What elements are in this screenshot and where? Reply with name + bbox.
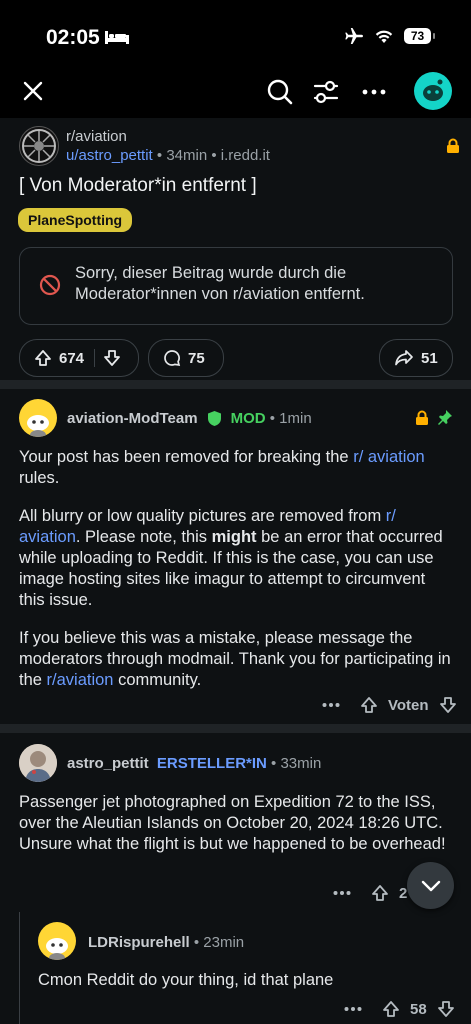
post-title: [ Von Moderator*in entfernt ] [19,175,257,196]
mod-badge: MOD [230,410,266,427]
upvote-icon[interactable] [34,349,52,367]
post-score: 674 [59,349,85,367]
close-button[interactable] [18,76,48,106]
comment-count: 75 [188,349,205,367]
upvote-icon[interactable] [371,884,389,902]
comment-paragraph: If you believe this was a mistake, pleas… [19,629,451,689]
comment-age: 1min [279,410,312,427]
pin-icon [438,410,452,425]
search-icon [267,79,293,105]
subreddit-name[interactable]: r/aviation [66,128,127,145]
search-button[interactable] [264,76,296,108]
close-icon [23,81,43,101]
jet-engine-icon [22,129,56,163]
sleep-mode-icon [105,31,129,44]
share-icon [395,350,413,366]
snoo-avatar-icon [423,79,443,101]
vote-bar: 674 [19,339,139,377]
comment-body: Your post has been removed for breaking … [19,447,451,691]
comment-meta: LDRispurehell • 23min [88,934,245,951]
comment-paragraph: Your post has been removed for breaking … [19,448,425,487]
post-author[interactable]: u/astro_pettit [66,147,153,164]
comment-avatar[interactable] [19,399,57,437]
subreddit-avatar[interactable] [19,126,59,166]
share-button[interactable]: 51 [379,339,453,377]
comment-author[interactable]: astro_pettit [67,755,149,772]
comment-meta: aviation-ModTeam MOD • 1min [67,410,312,427]
removed-notice: Sorry, dieser Beitrag wurde durch die Mo… [19,247,453,325]
comment-actions: 2 [333,884,407,902]
user-avatar-button[interactable] [414,72,452,110]
prohibited-icon [39,274,61,296]
chevron-down-icon [421,880,440,891]
comment-avatar[interactable] [38,922,76,960]
downvote-icon[interactable] [439,696,457,714]
comment-actions: 58 [344,1000,455,1018]
top-bar [0,72,471,116]
comment-avatar[interactable] [19,744,57,782]
status-bar: 02:05 73 [0,0,471,72]
sort-options-button[interactable] [310,76,342,108]
thread-line [19,912,20,1024]
post-meta: u/astro_pettit • 34min • i.redd.it [66,147,270,164]
divider [0,724,471,733]
comment-age: 23min [203,934,245,951]
removed-notice-text: Sorry, dieser Beitrag wurde durch die Mo… [75,264,365,303]
post-card: r/aviation u/astro_pettit • 34min • i.re… [0,118,471,380]
lock-icon [447,138,459,153]
comment-age: 33min [280,755,322,772]
comment-score: 58 [410,1000,427,1018]
lock-icon [416,410,428,425]
comments-button[interactable]: 75 [148,339,224,377]
battery-indicator: 73 [404,28,435,44]
comment-meta: astro_pettit ERSTELLER*IN • 33min [67,755,322,772]
more-icon[interactable] [333,890,351,896]
more-icon[interactable] [322,702,340,708]
op-badge: ERSTELLER*IN [156,755,267,772]
status-time: 02:05 [46,26,100,49]
upvote-icon[interactable] [382,1000,400,1018]
more-icon [362,89,386,95]
wifi-icon [375,30,393,43]
downvote-icon[interactable] [103,349,121,367]
mod-comment: aviation-ModTeam MOD • 1min Your post ha… [0,389,471,724]
comment-icon [164,350,181,367]
divider [94,349,96,367]
share-count: 51 [421,349,438,367]
comment-paragraph: All blurry or low quality pictures are r… [19,507,443,609]
next-comment-button[interactable] [407,862,454,909]
divider [0,380,471,389]
reply-comment: LDRispurehell • 23min Cmon Reddit do you… [38,920,471,1024]
comment-author[interactable]: LDRispurehell [88,934,190,951]
comment-body: Passenger jet photographed on Expedition… [19,793,446,853]
vote-label: Voten [388,696,429,714]
astronaut-avatar-icon [19,744,57,782]
downvote-icon[interactable] [437,1000,455,1018]
more-options-button[interactable] [358,76,390,108]
comment-author[interactable]: aviation-ModTeam [67,410,198,427]
subreddit-link[interactable]: r/aviation [47,671,114,689]
airplane-mode-icon [345,28,363,44]
post-flair[interactable]: PlaneSpotting [18,208,133,232]
snoo-avatar-icon [27,415,49,437]
more-icon[interactable] [344,1006,362,1012]
upvote-icon[interactable] [360,696,378,714]
post-age: 34min [166,147,208,164]
mod-shield-icon [207,411,221,426]
sliders-icon [313,80,339,104]
snoo-avatar-icon [46,938,68,960]
post-domain[interactable]: i.redd.it [221,147,270,164]
comment-actions: Voten [322,696,457,714]
subreddit-link[interactable]: r/ aviation [353,448,425,466]
comment-body: Cmon Reddit do your thing, id that plane [38,971,334,989]
